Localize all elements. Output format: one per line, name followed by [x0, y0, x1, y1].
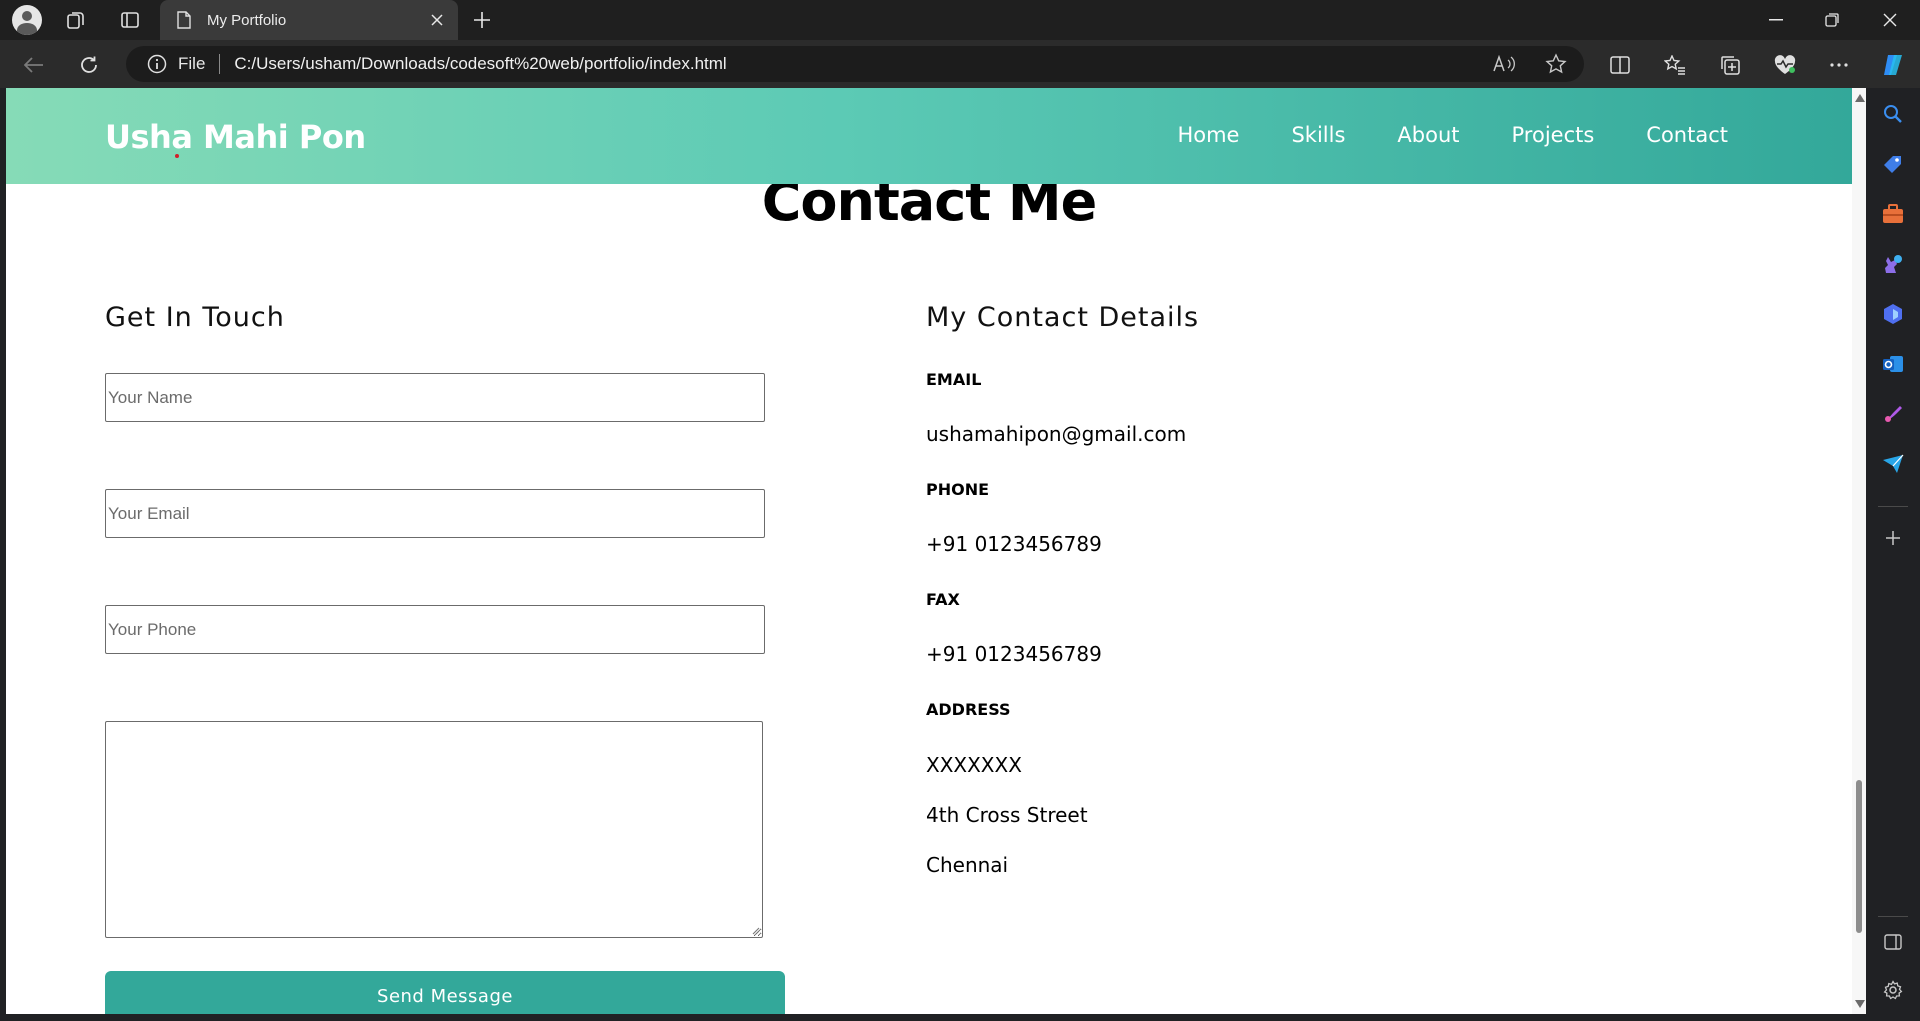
- restore-icon[interactable]: [1804, 0, 1860, 40]
- details-heading: My Contact Details: [926, 302, 1200, 333]
- send-message-button[interactable]: Send Message: [105, 971, 785, 1014]
- site-header: Usha Mahi Pon Home Skills About Projects…: [6, 88, 1852, 184]
- add-sidebar-app-icon[interactable]: [1881, 526, 1905, 550]
- phone-label: PHONE: [926, 480, 990, 499]
- resize-grip-icon[interactable]: [750, 925, 760, 935]
- browser-toolbar: File C:/Users/usham/Downloads/codesoft%2…: [0, 40, 1920, 88]
- phone-input[interactable]: [105, 605, 765, 654]
- page-icon: [175, 10, 193, 30]
- browser-sidebar: [1866, 88, 1920, 1021]
- send-icon[interactable]: [1881, 452, 1905, 476]
- scrollbar-thumb[interactable]: [1856, 780, 1862, 933]
- outlook-icon[interactable]: [1881, 352, 1905, 376]
- refresh-icon[interactable]: [72, 48, 106, 82]
- nav-contact[interactable]: Contact: [1646, 123, 1728, 147]
- favorites-icon[interactable]: [1661, 51, 1689, 79]
- site-info-icon[interactable]: [146, 53, 168, 75]
- hide-sidebar-icon[interactable]: [1881, 930, 1905, 954]
- profile-avatar[interactable]: [11, 4, 43, 36]
- form-heading: Get In Touch: [105, 302, 285, 333]
- address-separator: [219, 54, 221, 74]
- copilot-sidebar-icon[interactable]: [1881, 302, 1905, 326]
- close-window-icon[interactable]: [1862, 0, 1918, 40]
- sidebar-divider: [1878, 916, 1908, 917]
- nav-skills[interactable]: Skills: [1291, 123, 1345, 147]
- favorite-star-icon[interactable]: [1544, 52, 1568, 76]
- games-icon[interactable]: [1881, 252, 1905, 276]
- close-tab-icon[interactable]: [422, 5, 452, 35]
- more-options-icon[interactable]: [1825, 51, 1853, 79]
- nav-about[interactable]: About: [1397, 123, 1459, 147]
- fax-value: +91 0123456789: [926, 642, 1102, 666]
- new-tab-icon[interactable]: [466, 4, 498, 36]
- address-bar[interactable]: File C:/Users/usham/Downloads/codesoft%2…: [126, 46, 1584, 82]
- address-line: Chennai: [926, 853, 1009, 877]
- collections-icon[interactable]: [1716, 51, 1744, 79]
- read-aloud-icon[interactable]: [1492, 52, 1516, 76]
- page-viewport: Contact Me Usha Mahi Pon Home Skills Abo…: [6, 88, 1866, 1014]
- url-text[interactable]: C:/Users/usham/Downloads/codesoft%20web/…: [234, 54, 726, 74]
- spellcheck-dot: [175, 154, 179, 158]
- vertical-tabs-icon[interactable]: [114, 4, 146, 36]
- sidebar-divider: [1878, 506, 1908, 507]
- copilot-icon[interactable]: [1879, 51, 1907, 79]
- email-label: EMAIL: [926, 370, 982, 389]
- back-icon[interactable]: [17, 48, 51, 82]
- fax-label: FAX: [926, 590, 960, 609]
- tools-briefcase-icon[interactable]: [1881, 202, 1905, 226]
- email-value: ushamahipon@gmail.com: [926, 422, 1187, 446]
- nav-home[interactable]: Home: [1177, 123, 1239, 147]
- scroll-down-arrow-icon[interactable]: [1855, 1000, 1865, 1008]
- settings-gear-icon[interactable]: [1881, 978, 1905, 1002]
- tab-title: My Portfolio: [207, 11, 287, 29]
- site-brand[interactable]: Usha Mahi Pon: [105, 118, 366, 156]
- split-screen-icon[interactable]: [1606, 51, 1634, 79]
- email-input[interactable]: [105, 489, 765, 538]
- address-label: ADDRESS: [926, 700, 1011, 719]
- browser-essentials-icon[interactable]: [1771, 51, 1799, 79]
- nav-projects[interactable]: Projects: [1512, 123, 1595, 147]
- site-nav: Home Skills About Projects Contact: [1177, 123, 1728, 147]
- page-scrollbar[interactable]: [1852, 88, 1866, 1014]
- browser-title-bar: My Portfolio: [0, 0, 1920, 40]
- message-textarea[interactable]: [105, 721, 763, 938]
- phone-value: +91 0123456789: [926, 532, 1102, 556]
- workspaces-icon[interactable]: [60, 4, 92, 36]
- browser-tab[interactable]: My Portfolio: [160, 0, 458, 40]
- designer-icon[interactable]: [1881, 402, 1905, 426]
- name-input[interactable]: [105, 373, 765, 422]
- shopping-tag-icon[interactable]: [1881, 152, 1905, 176]
- minimize-icon[interactable]: [1748, 0, 1804, 40]
- address-line: XXXXXXX: [926, 753, 1022, 777]
- address-line: 4th Cross Street: [926, 803, 1088, 827]
- search-icon[interactable]: [1881, 102, 1905, 126]
- address-scheme: File: [178, 54, 206, 73]
- scroll-up-arrow-icon[interactable]: [1855, 94, 1865, 102]
